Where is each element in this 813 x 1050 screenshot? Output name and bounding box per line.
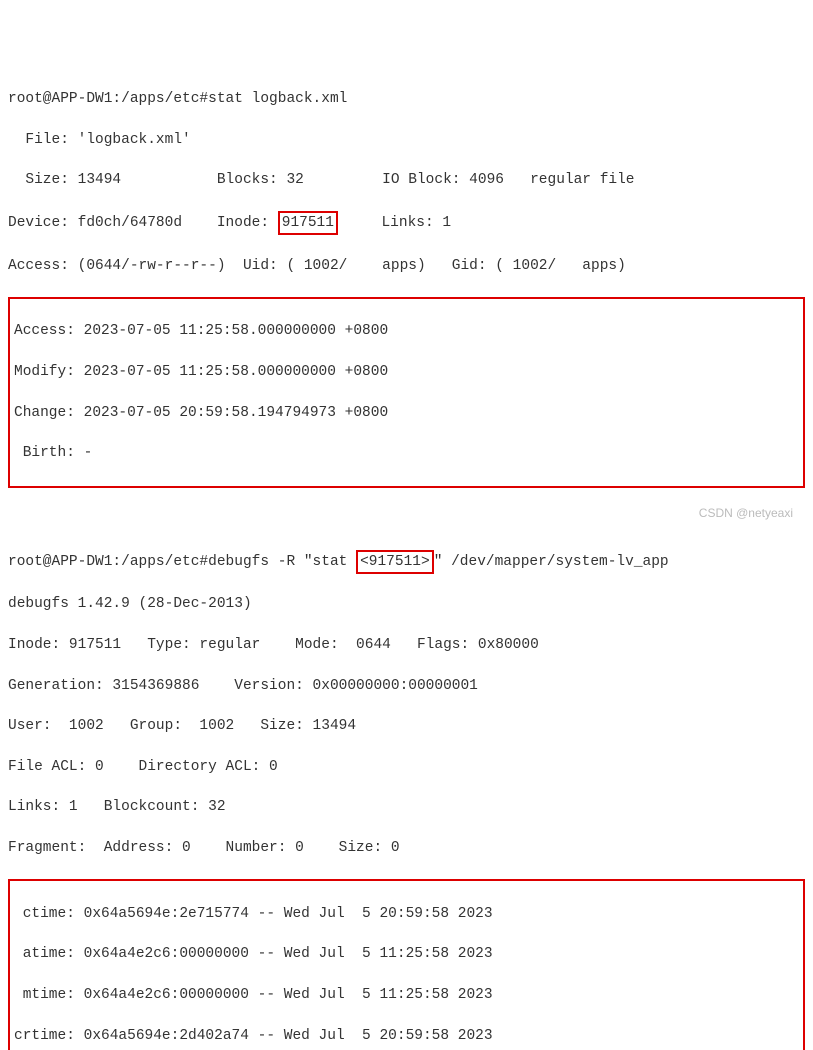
debugfs-mtime: mtime: 0x64a4e2c6:00000000 -- Wed Jul 5 … bbox=[14, 985, 799, 1005]
debugfs-ctime: ctime: 0x64a5694e:2e715774 -- Wed Jul 5 … bbox=[14, 904, 799, 924]
stat-device-line: Device: fd0ch/64780d Inode: 917511 Links… bbox=[8, 211, 805, 235]
debugfs-prompt-prefix: root@APP-DW1:/apps/etc#debugfs -R "stat bbox=[8, 554, 356, 570]
stat-change-time: Change: 2023-07-05 20:59:58.194794973 +0… bbox=[14, 403, 799, 423]
debugfs-generation-line: Generation: 3154369886 Version: 0x000000… bbox=[8, 676, 805, 696]
stat-access-time: Access: 2023-07-05 11:25:58.000000000 +0… bbox=[14, 321, 799, 341]
debugfs-crtime: crtime: 0x64a5694e:2d402a74 -- Wed Jul 5… bbox=[14, 1026, 799, 1046]
stat-size-line: Size: 13494 Blocks: 32 IO Block: 4096 re… bbox=[8, 170, 805, 190]
debugfs-command-line: root@APP-DW1:/apps/etc#debugfs -R "stat … bbox=[8, 550, 805, 574]
inode-number-highlight: 917511 bbox=[278, 211, 338, 235]
debugfs-inode-line: Inode: 917511 Type: regular Mode: 0644 F… bbox=[8, 635, 805, 655]
stat-birth-line: Birth: - bbox=[14, 443, 799, 463]
blank-line bbox=[8, 509, 805, 529]
debugfs-links-line: Links: 1 Blockcount: 32 bbox=[8, 797, 805, 817]
debugfs-prompt-suffix: " /dev/mapper/system-lv_app bbox=[434, 554, 669, 570]
stat-command-line: root@APP-DW1:/apps/etc#stat logback.xml bbox=[8, 89, 805, 109]
stat-timestamps-highlight: Access: 2023-07-05 11:25:58.000000000 +0… bbox=[8, 297, 805, 488]
stat-access-perm-line: Access: (0644/-rw-r--r--) Uid: ( 1002/ a… bbox=[8, 256, 805, 276]
debugfs-acl-line: File ACL: 0 Directory ACL: 0 bbox=[8, 757, 805, 777]
debugfs-inode-arg-highlight: <917511> bbox=[356, 550, 434, 574]
watermark-text: CSDN @netyeaxi bbox=[699, 505, 793, 522]
debugfs-atime: atime: 0x64a4e2c6:00000000 -- Wed Jul 5 … bbox=[14, 944, 799, 964]
stat-links-suffix: Links: 1 bbox=[338, 215, 451, 231]
debugfs-timestamps-highlight: ctime: 0x64a5694e:2e715774 -- Wed Jul 5 … bbox=[8, 879, 805, 1050]
stat-device-prefix: Device: fd0ch/64780d Inode: bbox=[8, 215, 278, 231]
debugfs-user-line: User: 1002 Group: 1002 Size: 13494 bbox=[8, 716, 805, 736]
stat-file-line: File: 'logback.xml' bbox=[8, 130, 805, 150]
debugfs-fragment-line: Fragment: Address: 0 Number: 0 Size: 0 bbox=[8, 838, 805, 858]
stat-modify-time: Modify: 2023-07-05 11:25:58.000000000 +0… bbox=[14, 362, 799, 382]
debugfs-version-line: debugfs 1.42.9 (28-Dec-2013) bbox=[8, 594, 805, 614]
